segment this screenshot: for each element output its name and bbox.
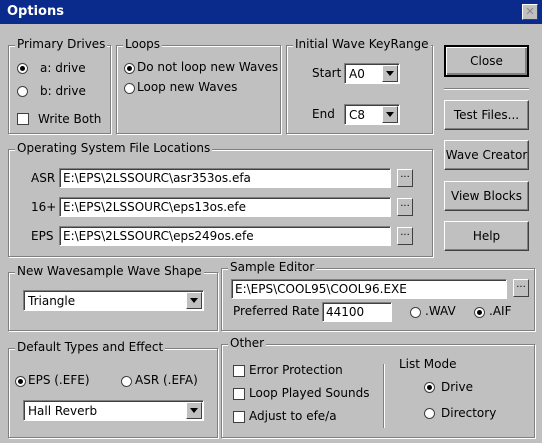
other-divider (383, 364, 384, 428)
loops-legend: Loops (123, 37, 163, 51)
eps-label: EPS (31, 229, 54, 243)
help-label: Help (472, 229, 501, 243)
write-both-label[interactable]: Write Both (38, 112, 101, 126)
p16-path-field[interactable]: E:\EPS\2LSSOURC\eps13os.efe (59, 197, 391, 217)
adjust-efe-label[interactable]: Adjust to efe/a (249, 409, 337, 423)
window-close-button[interactable]: ✕ (522, 4, 538, 20)
chevron-down-icon[interactable] (382, 106, 398, 123)
sample-editor-path-field[interactable]: E:\EPS\COOL95\COOL96.EXE (231, 279, 507, 299)
help-button[interactable]: Help (444, 221, 529, 251)
end-key-value: C8 (349, 108, 366, 122)
primary-drives-legend: Primary Drives (15, 37, 108, 51)
view-blocks-button[interactable]: View Blocks (444, 181, 529, 211)
chevron-down-icon[interactable] (382, 65, 398, 82)
start-key-value: A0 (349, 67, 365, 81)
adjust-efe-checkbox[interactable] (233, 411, 245, 423)
default-types-group: Default Types and Effect (8, 340, 218, 438)
eps-path-field[interactable]: E:\EPS\2LSSOURC\eps249os.efe (59, 226, 391, 246)
asr-efa-radio[interactable] (121, 376, 132, 387)
wave-shape-legend: New Wavesample Wave Shape (15, 264, 204, 278)
effect-value: Hall Reverb (28, 404, 98, 418)
eps-efe-radio[interactable] (15, 376, 26, 387)
error-protection-checkbox[interactable] (233, 365, 245, 377)
view-blocks-label: View Blocks (451, 189, 522, 203)
wave-shape-value: Triangle (28, 294, 76, 308)
loop-played-checkbox[interactable] (233, 388, 245, 400)
list-mode-label: List Mode (399, 357, 457, 371)
window-title: Options (7, 4, 64, 19)
default-types-legend: Default Types and Effect (15, 340, 166, 354)
drive-mode-radio[interactable] (424, 382, 435, 393)
os-file-locations-legend: Operating System File Locations (15, 141, 213, 155)
end-label: End (312, 107, 335, 121)
eps-efe-label[interactable]: EPS (.EFE) (28, 373, 90, 387)
wave-creator-button[interactable]: Wave Creator (444, 140, 529, 170)
loop-label[interactable]: Loop new Waves (137, 80, 237, 94)
close-button-label: Close (470, 54, 503, 68)
start-key-select[interactable]: A0 (344, 63, 400, 84)
test-files-button[interactable]: Test Files... (444, 100, 529, 130)
p16-browse-button[interactable]: ... (397, 198, 413, 216)
aif-radio[interactable] (474, 307, 485, 318)
eps-browse-button[interactable]: ... (397, 227, 413, 245)
directory-mode-radio[interactable] (424, 408, 435, 419)
asr-label: ASR (31, 171, 56, 185)
close-button[interactable]: Close (444, 45, 529, 77)
directory-mode-label[interactable]: Directory (441, 406, 496, 420)
wave-creator-label: Wave Creator (445, 148, 528, 162)
drive-b-label[interactable]: b: drive (40, 84, 86, 98)
no-loop-label[interactable]: Do not loop new Waves (137, 60, 278, 74)
test-files-label: Test Files... (453, 108, 520, 122)
aif-label[interactable]: .AIF (489, 304, 511, 318)
error-protection-label[interactable]: Error Protection (249, 363, 343, 377)
end-key-select[interactable]: C8 (344, 104, 400, 125)
other-legend: Other (228, 336, 267, 350)
chevron-down-icon[interactable] (186, 292, 202, 309)
wave-shape-select[interactable]: Triangle (23, 290, 204, 311)
loop-radio[interactable] (124, 83, 135, 94)
p16-label: 16+ (31, 200, 57, 214)
asr-browse-button[interactable]: ... (397, 169, 413, 187)
title-bar: Options ✕ (0, 0, 542, 24)
drive-a-radio[interactable] (17, 63, 28, 74)
key-range-legend: Initial Wave KeyRange (293, 37, 431, 51)
no-loop-radio[interactable] (124, 63, 135, 74)
sample-editor-legend: Sample Editor (228, 260, 317, 274)
chevron-down-icon[interactable] (186, 402, 202, 419)
drive-b-radio[interactable] (17, 86, 28, 97)
sample-editor-browse-button[interactable]: ... (513, 279, 529, 297)
asr-path-field[interactable]: E:\EPS\2LSSOURC\asr353os.efa (59, 168, 391, 188)
preferred-rate-label: Preferred Rate (233, 304, 320, 318)
button-separator (444, 88, 529, 89)
write-both-checkbox[interactable] (17, 113, 29, 125)
wav-radio[interactable] (410, 307, 421, 318)
asr-efa-label[interactable]: ASR (.EFA) (135, 373, 198, 387)
drive-mode-label[interactable]: Drive (441, 380, 473, 394)
start-label: Start (312, 66, 342, 80)
preferred-rate-field[interactable]: 44100 (322, 302, 392, 322)
loop-played-label[interactable]: Loop Played Sounds (249, 386, 369, 400)
wav-label[interactable]: .WAV (425, 304, 456, 318)
drive-a-label[interactable]: a: drive (40, 61, 86, 75)
effect-select[interactable]: Hall Reverb (23, 400, 204, 421)
